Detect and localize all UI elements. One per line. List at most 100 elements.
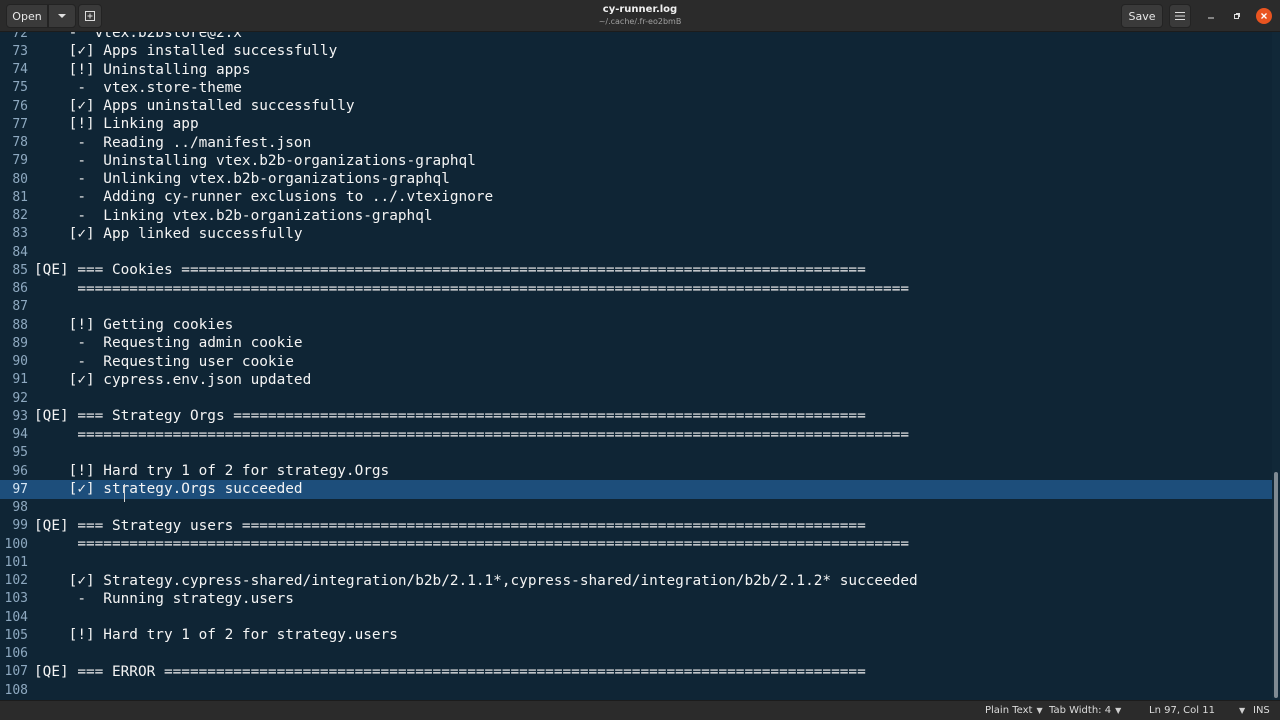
line-text: - Requesting user cookie	[34, 353, 294, 370]
text-line[interactable]: 87	[0, 298, 1272, 316]
text-line[interactable]: 106	[0, 645, 1272, 663]
line-text: - Reading ../manifest.json	[34, 134, 312, 151]
line-text: [QE] === ERROR =========================…	[34, 663, 866, 680]
text-line[interactable]: 105 [!] Hard try 1 of 2 for strategy.use…	[0, 626, 1272, 644]
text-line[interactable]: 80 - Unlinking vtex.b2b-organizations-gr…	[0, 170, 1272, 188]
text-line[interactable]: 99 [QE] === Strategy users ==============…	[0, 517, 1272, 535]
line-number: 97	[12, 481, 28, 497]
text-line[interactable]: 81 - Adding cy-runner exclusions to ../.…	[0, 188, 1272, 206]
text-line[interactable]: 93 [QE] === Strategy Orgs ===============…	[0, 407, 1272, 425]
language-label: Plain Text	[985, 705, 1033, 716]
text-line[interactable]: 98	[0, 499, 1272, 517]
text-line[interactable]: 72 - vtex.b2bstore@2.x	[0, 32, 1272, 42]
line-number: 85	[12, 262, 28, 278]
text-line[interactable]: 96 [!] Hard try 1 of 2 for strategy.Orgs	[0, 462, 1272, 480]
text-editor-area[interactable]: 72 - vtex.b2bstore@2.x 73 [✓] Apps instal…	[0, 32, 1280, 700]
line-text: [QE] === Strategy Orgs =================…	[34, 408, 866, 425]
text-line[interactable]: 91 [✓] cypress.env.json updated	[0, 371, 1272, 389]
text-line[interactable]: 107 [QE] === ERROR ======================…	[0, 663, 1272, 681]
mouse-text-cursor	[124, 484, 127, 502]
line-text: - vtex.b2bstore@2.x	[34, 32, 242, 42]
maximize-button[interactable]	[1229, 8, 1245, 24]
text-line[interactable]: 88 [!] Getting cookies	[0, 316, 1272, 334]
current-line[interactable]: 97 [✓] strategy.Orgs succeeded	[0, 480, 1272, 499]
insert-mode-label: INS	[1253, 705, 1270, 716]
text-line[interactable]: 108	[0, 681, 1272, 699]
line-number: 75	[12, 80, 28, 96]
line-number: 106	[4, 646, 28, 662]
vertical-scrollbar[interactable]	[1272, 32, 1280, 700]
editor-lines: 72 - vtex.b2bstore@2.x 73 [✓] Apps instal…	[0, 32, 1272, 699]
window-title: cy-runner.log	[602, 4, 678, 15]
line-text: [QE] === Strategy users ================…	[34, 517, 866, 534]
open-button[interactable]: Open	[6, 4, 48, 28]
line-number: 86	[12, 281, 28, 297]
new-document-icon	[85, 11, 95, 21]
text-line[interactable]: 102 [✓] Strategy.cypress-shared/integrat…	[0, 572, 1272, 590]
line-number: 73	[12, 43, 28, 59]
line-number: 93	[12, 408, 28, 424]
text-line[interactable]: 103 - Running strategy.users	[0, 590, 1272, 608]
window-subtitle: ~/.cache/.fr-eo2bmB	[598, 17, 682, 26]
text-line[interactable]: 78 - Reading ../manifest.json	[0, 134, 1272, 152]
window-title-area: cy-runner.log ~/.cache/.fr-eo2bmB	[440, 3, 840, 27]
line-number: 101	[4, 554, 28, 570]
insert-mode-indicator[interactable]: INS	[1253, 705, 1270, 716]
text-line[interactable]: 104	[0, 608, 1272, 626]
new-document-button[interactable]	[78, 4, 102, 28]
line-number: 74	[12, 62, 28, 78]
line-number: 100	[4, 536, 28, 552]
hamburger-menu-button[interactable]	[1169, 4, 1191, 28]
text-line[interactable]: 100 ====================================…	[0, 535, 1272, 553]
language-selector[interactable]: Plain Text ▼	[985, 705, 1043, 716]
line-number: 95	[12, 445, 28, 461]
line-text: - Uninstalling vtex.b2b-organizations-gr…	[34, 152, 476, 169]
text-line[interactable]: 83 [✓] App linked successfully	[0, 225, 1272, 243]
text-line[interactable]: 86 =====================================…	[0, 280, 1272, 298]
text-line[interactable]: 82 - Linking vtex.b2b-organizations-grap…	[0, 207, 1272, 225]
line-number: 103	[4, 591, 28, 607]
line-text: ========================================…	[34, 280, 910, 297]
cursor-position-selector[interactable]: Ln 97, Col 11 ▼	[1149, 705, 1245, 716]
text-line[interactable]: 76 [✓] Apps uninstalled successfully	[0, 97, 1272, 115]
line-number: 80	[12, 171, 28, 187]
line-number: 90	[12, 354, 28, 370]
line-text: ========================================…	[34, 536, 910, 553]
open-menu-button[interactable]	[48, 4, 76, 28]
text-line[interactable]: 101	[0, 553, 1272, 571]
text-line[interactable]: 92	[0, 389, 1272, 407]
line-number: 104	[4, 609, 28, 625]
text-line[interactable]: 84	[0, 243, 1272, 261]
save-button[interactable]: Save	[1121, 4, 1163, 28]
line-number: 84	[12, 244, 28, 260]
line-text: [✓] App linked successfully	[34, 225, 303, 242]
line-text: [!] Getting cookies	[34, 317, 234, 334]
line-text: [!] Hard try 1 of 2 for strategy.Orgs	[34, 463, 390, 480]
minimize-button[interactable]	[1203, 8, 1219, 24]
chevron-down-icon: ▼	[1036, 706, 1043, 715]
line-number: 79	[12, 153, 28, 169]
line-text: - Linking vtex.b2b-organizations-graphql	[34, 207, 433, 224]
text-line[interactable]: 74 [!] Uninstalling apps	[0, 61, 1272, 79]
line-number: 76	[12, 98, 28, 114]
line-number: 94	[12, 427, 28, 443]
line-text: - Unlinking vtex.b2b-organizations-graph…	[34, 171, 450, 188]
line-number: 98	[12, 500, 28, 516]
text-line[interactable]: 73 [✓] Apps installed successfully	[0, 42, 1272, 60]
text-line[interactable]: 75 - vtex.store-theme	[0, 79, 1272, 97]
text-line[interactable]: 79 - Uninstalling vtex.b2b-organizations…	[0, 152, 1272, 170]
text-line[interactable]: 95	[0, 444, 1272, 462]
text-line[interactable]: 94 =====================================…	[0, 426, 1272, 444]
text-line[interactable]: 89 - Requesting admin cookie	[0, 334, 1272, 352]
tab-width-selector[interactable]: Tab Width: 4 ▼	[1049, 705, 1121, 716]
text-line[interactable]: 77 [!] Linking app	[0, 115, 1272, 133]
text-line[interactable]: 85 [QE] === Cookies =====================…	[0, 261, 1272, 279]
line-number: 105	[4, 627, 28, 643]
line-number: 83	[12, 226, 28, 242]
line-text: [!] Uninstalling apps	[34, 61, 251, 78]
text-line[interactable]: 90 - Requesting user cookie	[0, 353, 1272, 371]
chevron-down-icon: ▼	[1238, 706, 1246, 715]
scrollbar-thumb[interactable]	[1274, 472, 1278, 698]
close-button[interactable]	[1256, 8, 1272, 24]
header-bar: Open cy-runner.log ~/.cache/.fr-eo2bmB S…	[0, 0, 1280, 32]
